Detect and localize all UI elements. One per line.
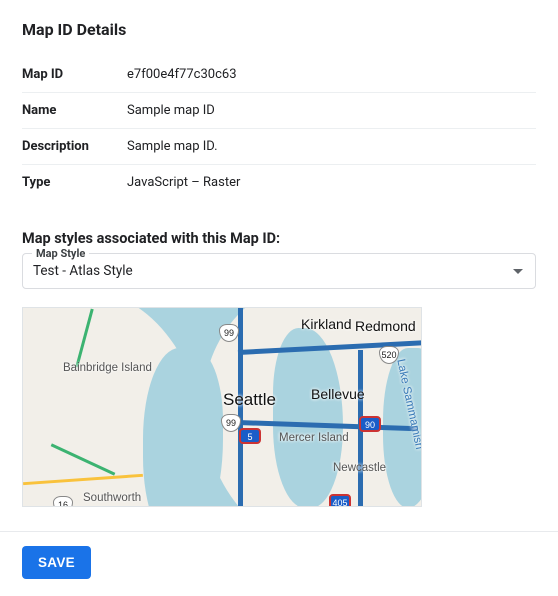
table-row: Description Sample map ID. [22,129,536,165]
map-label-kirkland: Kirkland [301,316,352,332]
map-label-newcastle: Newcastle [333,462,386,474]
chevron-down-icon [513,269,523,274]
detail-label: Type [22,165,127,201]
map-style-label: Map Style [32,247,89,260]
detail-label: Description [22,129,127,165]
map-shield-16: 16 [53,496,73,507]
map-label-redmond: Redmond [355,318,416,334]
detail-label: Map ID [22,57,127,93]
detail-label: Name [22,93,127,129]
detail-value: JavaScript – Raster [127,165,536,201]
map-label-seattle: Seattle [223,390,276,410]
detail-value: e7f00e4f77c30c63 [127,57,536,93]
page-title: Map ID Details [22,20,536,39]
map-label-mercer: Mercer Island [279,432,349,444]
map-style-value: Test - Atlas Style [33,263,133,279]
table-row: Name Sample map ID [22,93,536,129]
map-label-southworth: Southworth [83,492,141,504]
map-shield-i405: 405 [329,494,351,507]
map-preview[interactable]: Seattle Bellevue Kirkland Redmond Mercer… [22,307,422,507]
associated-styles-heading: Map styles associated with this Map ID: [22,230,536,247]
save-button[interactable]: SAVE [22,546,91,579]
detail-value: Sample map ID [127,93,536,129]
map-shield-i5: 5 [239,428,261,444]
table-row: Map ID e7f00e4f77c30c63 [22,57,536,93]
detail-value: Sample map ID. [127,129,536,165]
map-shield-i90: 90 [359,416,381,432]
details-table: Map ID e7f00e4f77c30c63 Name Sample map … [22,57,536,200]
map-label-bainbridge: Bainbridge Island [63,362,152,374]
map-style-select[interactable]: Test - Atlas Style [22,253,536,289]
table-row: Type JavaScript – Raster [22,165,536,201]
map-label-bellevue: Bellevue [311,386,365,402]
